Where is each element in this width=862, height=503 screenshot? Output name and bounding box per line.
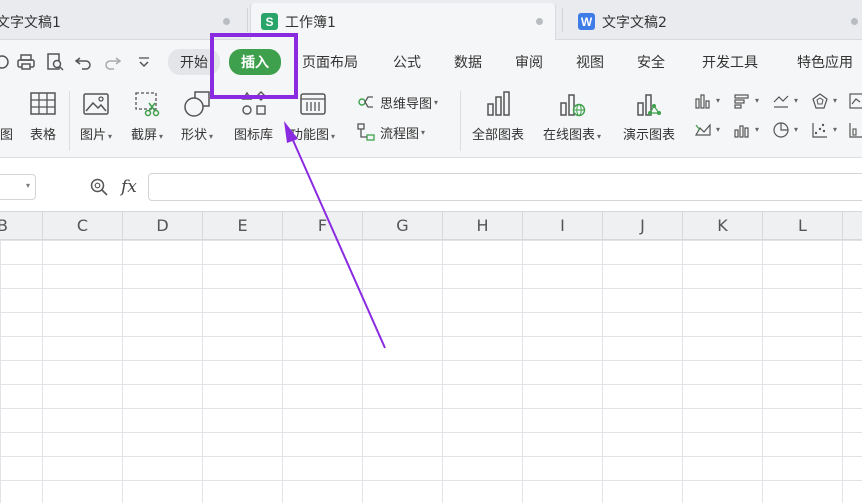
pointer-arrow-icon: [284, 121, 386, 349]
